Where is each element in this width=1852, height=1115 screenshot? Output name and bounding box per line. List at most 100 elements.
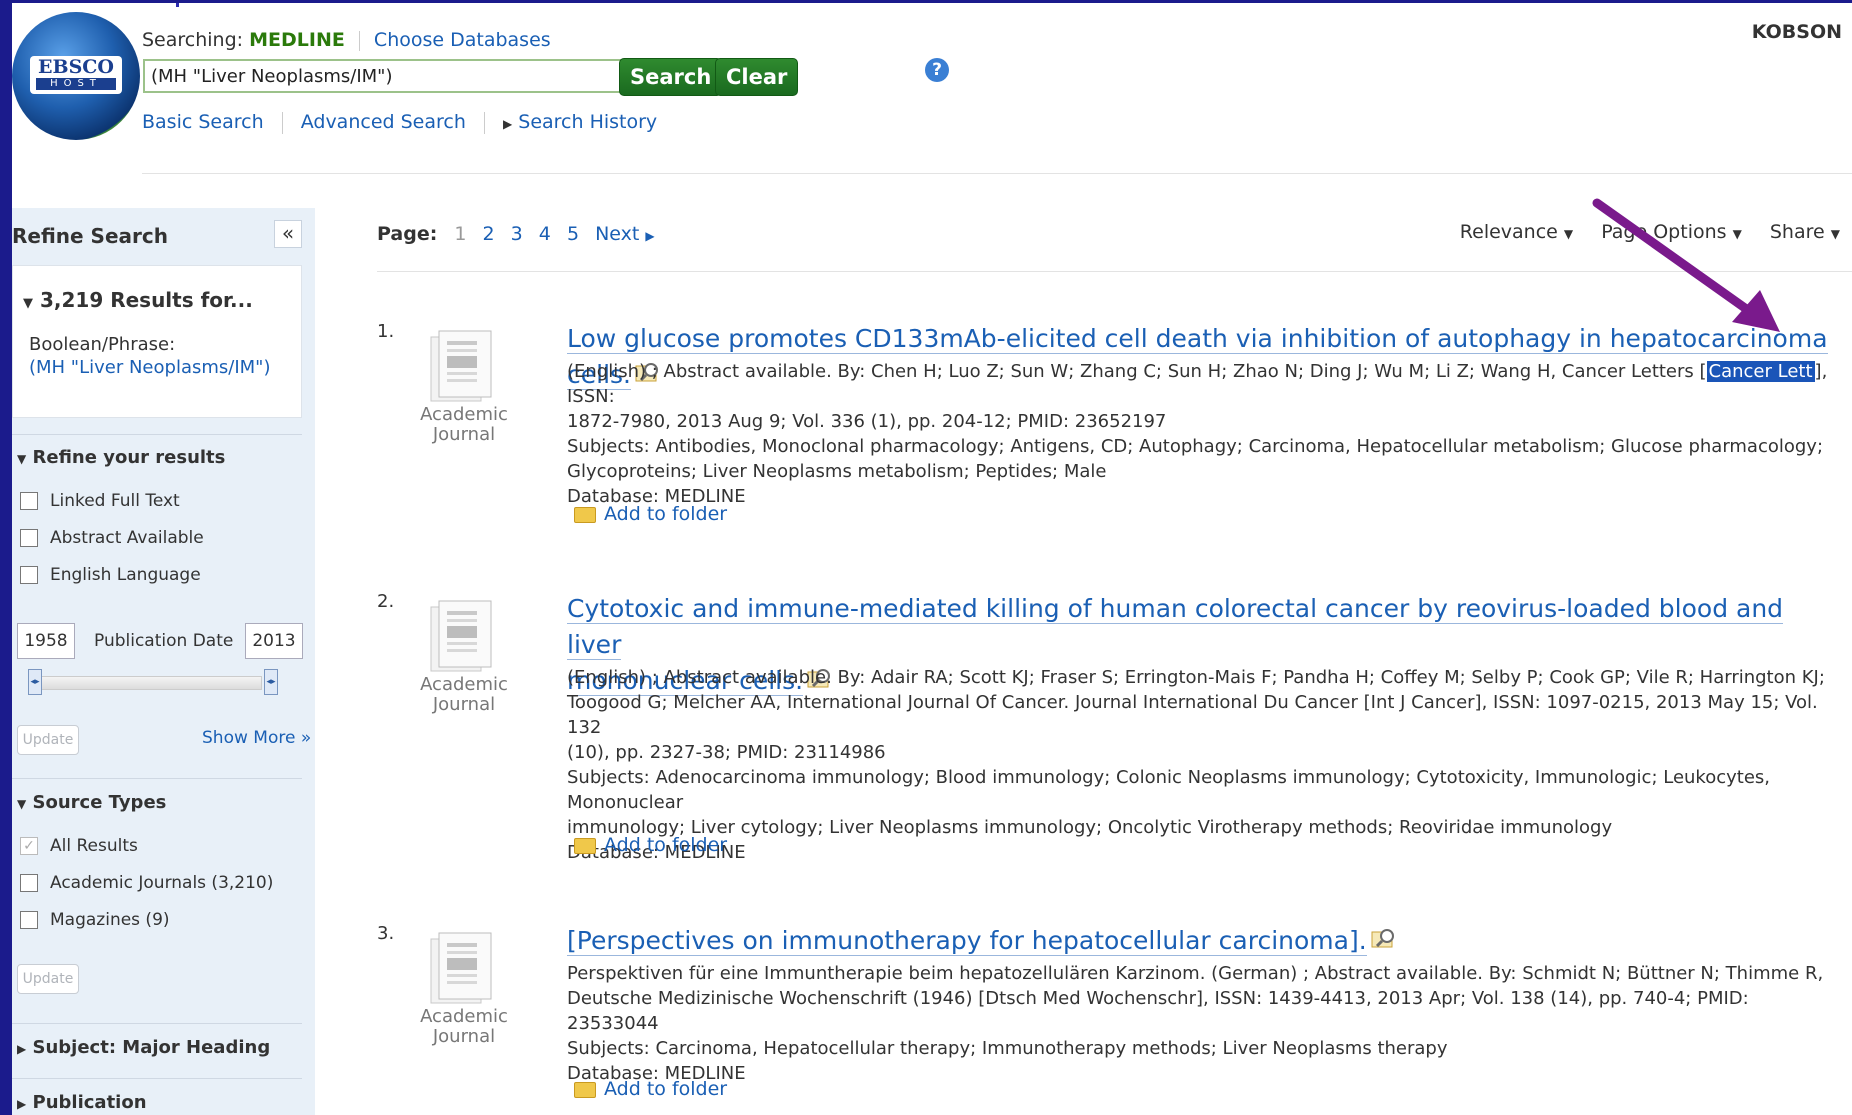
source-label: Magazines (9) xyxy=(50,910,170,930)
logo-text-host: HOST xyxy=(36,78,116,90)
result-citation: (English) ; Abstract available. By: Chen… xyxy=(567,359,1842,509)
database-line: Database: MEDLINE xyxy=(567,1063,746,1084)
source-label: Academic Journals (3,210) xyxy=(50,873,274,893)
subject-title: Subject: Major Heading xyxy=(32,1037,271,1058)
search-history-link[interactable]: Search History xyxy=(518,111,657,133)
citation-line: Deutsche Medizinische Wochenschrift (194… xyxy=(567,988,1749,1034)
citation-line: (10), pp. 2327-38; PMID: 23114986 xyxy=(567,742,886,763)
source-types-header[interactable]: ▼ Source Types xyxy=(17,792,166,813)
boolean-label: Boolean/Phrase: xyxy=(29,334,176,355)
institution-name: KOBSON xyxy=(1751,21,1842,43)
doc-type-line: Academic xyxy=(420,1006,508,1027)
publication-date-label: Publication Date xyxy=(94,631,234,651)
doc-type-line: Academic xyxy=(420,674,508,695)
relevance-dropdown[interactable]: Relevance ▼ xyxy=(1460,221,1573,243)
relevance-label: Relevance xyxy=(1459,221,1558,243)
date-slider-handle-start[interactable]: ◂▸ xyxy=(28,669,42,695)
basic-search-link[interactable]: Basic Search xyxy=(142,111,264,133)
doc-type-line: Academic xyxy=(420,404,508,425)
doc-type-line: Journal xyxy=(432,1026,496,1047)
source-academic-journals[interactable]: Academic Journals (3,210) xyxy=(20,873,273,893)
choose-databases-link[interactable]: Choose Databases xyxy=(374,29,551,51)
result-title-link[interactable]: [Perspectives on immunotherapy for hepat… xyxy=(567,923,1397,959)
triangle-down-icon: ▼ xyxy=(23,296,33,311)
page-2-link[interactable]: 2 xyxy=(483,223,495,245)
academic-journal-icon[interactable] xyxy=(425,597,503,677)
boolean-query-link[interactable]: (MH "Liver Neoplasms/IM") xyxy=(29,357,270,378)
source-label: All Results xyxy=(50,836,138,856)
update-source-button[interactable]: Update xyxy=(17,964,79,994)
next-page-link[interactable]: Next ▶ xyxy=(595,223,655,245)
update-date-button[interactable]: Update xyxy=(17,725,79,755)
preview-magnifier-icon[interactable] xyxy=(1371,927,1397,949)
citation-line: 1872-7980, 2013 Aug 9; Vol. 336 (1), pp.… xyxy=(567,411,1167,432)
pagination: Page: 1 2 3 4 5 Next ▶ xyxy=(377,223,660,245)
result-citation: (English) ; Abstract available. By: Adai… xyxy=(567,665,1842,865)
filter-linked-full-text[interactable]: Linked Full Text xyxy=(20,491,180,511)
citation-line: Perspektiven für eine Immuntherapie beim… xyxy=(567,963,1824,984)
divider xyxy=(281,111,283,134)
checkbox[interactable] xyxy=(20,566,38,584)
subjects-line: Subjects: Adenocarcinoma immunology; Blo… xyxy=(567,767,1771,813)
filter-label: Linked Full Text xyxy=(50,491,180,511)
add-to-folder-link[interactable]: Add to folder xyxy=(574,1078,727,1100)
searching-line: Searching: MEDLINE Choose Databases xyxy=(142,29,551,51)
filter-english-language[interactable]: English Language xyxy=(20,565,201,585)
add-to-folder-link[interactable]: Add to folder xyxy=(574,503,727,525)
help-icon[interactable]: ? xyxy=(925,58,949,82)
academic-journal-icon[interactable] xyxy=(425,327,503,407)
header-divider xyxy=(142,173,1852,174)
refine-search-title: Refine Search xyxy=(12,224,168,248)
chevron-down-icon: ▼ xyxy=(1830,227,1840,241)
publication-header[interactable]: ▶ Publication xyxy=(17,1092,147,1113)
result-number: 1. xyxy=(377,321,395,342)
triangle-right-icon: ▶ xyxy=(17,1097,27,1111)
doc-type-line: Journal xyxy=(432,424,496,445)
academic-journal-icon[interactable] xyxy=(425,929,503,1009)
next-label: Next xyxy=(595,223,640,245)
add-to-folder-link[interactable]: Add to folder xyxy=(574,834,727,856)
checkbox[interactable] xyxy=(20,529,38,547)
checkbox[interactable] xyxy=(20,911,38,929)
source-all-results[interactable]: ✓ All Results xyxy=(20,836,138,856)
triangle-down-icon: ▼ xyxy=(17,452,27,466)
date-slider-handle-end[interactable]: ◂▸ xyxy=(264,669,278,695)
subject-major-heading-header[interactable]: ▶ Subject: Major Heading xyxy=(17,1037,270,1058)
page-5-link[interactable]: 5 xyxy=(567,223,579,245)
page-label: Page: xyxy=(377,223,438,245)
search-button[interactable]: Search xyxy=(619,58,723,96)
results-count[interactable]: ▼ 3,219 Results for... xyxy=(23,288,253,312)
citation-line: (English) ; Abstract available. By: Chen… xyxy=(567,359,1842,409)
triangle-down-icon: ▼ xyxy=(17,797,27,811)
date-to-input[interactable]: 2013 xyxy=(245,623,303,659)
source-magazines[interactable]: Magazines (9) xyxy=(20,910,170,930)
collapse-sidebar-button[interactable]: « xyxy=(274,220,302,248)
database-line: Database: MEDLINE xyxy=(567,842,746,863)
filter-abstract-available[interactable]: Abstract Available xyxy=(20,528,204,548)
refine-results-header[interactable]: ▼ Refine your results xyxy=(17,447,225,468)
checkbox[interactable] xyxy=(20,492,38,510)
results-summary: ▼ 3,219 Results for... Boolean/Phrase: (… xyxy=(12,265,302,418)
divider xyxy=(12,778,302,779)
checkbox[interactable] xyxy=(20,874,38,892)
clear-button[interactable]: Clear xyxy=(715,58,799,96)
show-more-link[interactable]: Show More » xyxy=(202,728,311,748)
add-to-folder-label: Add to folder xyxy=(604,503,728,525)
triangle-right-icon: ▶ xyxy=(502,117,513,131)
divider xyxy=(12,434,302,435)
checkbox-checked[interactable]: ✓ xyxy=(20,837,38,855)
triangle-right-icon: ▶ xyxy=(645,229,655,243)
advanced-search-link[interactable]: Advanced Search xyxy=(301,111,466,133)
divider xyxy=(12,1078,302,1079)
ebscohost-logo[interactable]: EBSCO HOST xyxy=(12,12,140,140)
subjects-line: Subjects: Antibodies, Monoclonal pharmac… xyxy=(567,436,1824,457)
subjects-line: Subjects: Carcinoma, Hepatocellular ther… xyxy=(567,1038,1448,1059)
doc-type-label: Academic Journal xyxy=(419,405,509,445)
result-citation: Perspektiven für eine Immuntherapie beim… xyxy=(567,961,1842,1086)
database-name: MEDLINE xyxy=(249,29,345,51)
page-3-link[interactable]: 3 xyxy=(511,223,523,245)
source-types-title: Source Types xyxy=(32,792,167,813)
page-4-link[interactable]: 4 xyxy=(539,223,551,245)
date-slider-track[interactable] xyxy=(32,676,262,690)
date-from-input[interactable]: 1958 xyxy=(17,623,75,659)
